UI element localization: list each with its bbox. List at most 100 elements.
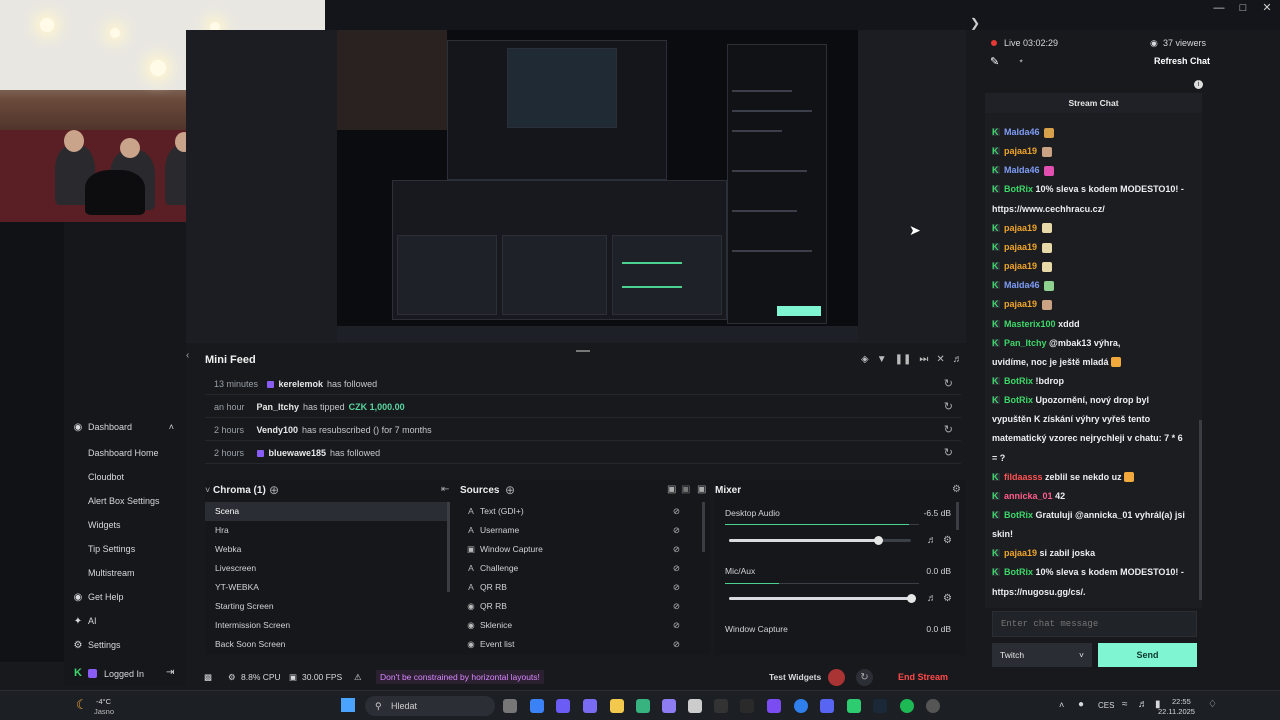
microphone-icon[interactable]: ● — [1078, 699, 1084, 710]
scrollbar[interactable] — [447, 502, 450, 592]
windows-start-icon[interactable] — [341, 698, 355, 712]
group-icon[interactable]: ▣ — [697, 484, 706, 495]
promo-banner[interactable]: Don't be constrained by horizontal layou… — [376, 670, 544, 684]
chat-username[interactable]: pajaa19 — [1004, 299, 1037, 309]
folder-icon[interactable]: ▣ — [667, 484, 676, 495]
source-item[interactable]: ▣ Window Capture ⊘ — [455, 540, 690, 559]
visibility-icon[interactable]: ⊘ — [673, 521, 680, 540]
logged-in-bar[interactable]: K Logged In ⇥ — [64, 662, 186, 686]
chat-username[interactable]: pajaa19 — [1004, 242, 1037, 252]
minimize-icon[interactable]: — — [1212, 0, 1226, 18]
notepad-icon[interactable] — [530, 699, 544, 713]
chat-username[interactable]: BotRix — [1004, 510, 1033, 520]
platform-select[interactable]: Twitch ˅ — [992, 643, 1092, 667]
source-item[interactable]: ◉ Sklenice ⊘ — [455, 616, 690, 635]
logout-icon[interactable]: ⇥ — [166, 667, 174, 678]
chat-username[interactable]: pajaa19 — [1004, 261, 1037, 271]
stream-preview[interactable] — [337, 30, 858, 342]
close-icon[interactable]: ✕ — [1260, 0, 1274, 18]
app-icon[interactable] — [767, 699, 781, 713]
chat-username[interactable]: pajaa19 — [1004, 146, 1037, 156]
chat-username[interactable]: BotRix — [1004, 184, 1033, 194]
record-button[interactable] — [828, 669, 845, 686]
volume-knob[interactable] — [874, 536, 884, 545]
visibility-icon[interactable]: ⊘ — [673, 540, 680, 559]
sidebar-item-cloudbot[interactable]: Cloudbot — [64, 472, 186, 482]
gear-icon[interactable]: ⚙ — [943, 535, 952, 546]
stats-icon[interactable]: ▩ — [204, 672, 212, 683]
volume-knob[interactable] — [907, 594, 916, 603]
epic-games-icon[interactable] — [714, 699, 728, 713]
replay-icon[interactable]: ↻ — [944, 396, 953, 418]
source-item[interactable]: A Username ⊘ — [455, 521, 690, 540]
scene-item[interactable]: Scena — [205, 502, 450, 521]
source-item[interactable]: A Text (GDI+) ⊘ — [455, 502, 690, 521]
edit-icon[interactable]: ✎ — [990, 55, 999, 68]
chat-username[interactable]: BotRix — [1004, 376, 1033, 386]
send-button[interactable]: Send — [1098, 643, 1197, 667]
alert-icon[interactable]: ⚠ — [354, 672, 362, 683]
speaker-icon[interactable]: ♬ — [927, 593, 937, 604]
chat-username[interactable]: Malda46 — [1004, 165, 1040, 175]
sidebar-item-get-help[interactable]: ◉ Get Help — [64, 592, 186, 603]
sidebar-item-ai[interactable]: ✦ AI — [64, 616, 186, 627]
app-icon[interactable] — [688, 699, 702, 713]
chat-username[interactable]: pajaa19 — [1004, 223, 1037, 233]
refresh-chat-button[interactable]: Refresh Chat — [1154, 56, 1210, 66]
maximize-icon[interactable]: □ — [1236, 0, 1250, 18]
wifi-icon[interactable]: ≈ — [1122, 699, 1128, 710]
chat-username[interactable]: BotRix — [1004, 567, 1033, 577]
task-view-icon[interactable] — [503, 699, 517, 713]
volume-slider[interactable] — [729, 536, 911, 545]
collapse-left-icon[interactable]: ‹ — [186, 350, 189, 361]
scene-collection-title[interactable]: Chroma (1) — [213, 485, 266, 496]
chat-username[interactable]: fildaasss — [1004, 472, 1043, 482]
notification-bell-icon[interactable]: ♢ — [1208, 699, 1217, 710]
streamlabs-icon[interactable] — [847, 699, 861, 713]
chat-scrollbar[interactable] — [1199, 420, 1202, 600]
widgets-icon[interactable] — [556, 699, 570, 713]
sidebar-item-dashboard-home[interactable]: Dashboard Home — [64, 448, 186, 458]
chevron-up-icon[interactable]: ˄ — [1059, 700, 1064, 710]
file-explorer-icon[interactable] — [610, 699, 624, 713]
volume-icon[interactable]: ♬ — [1138, 699, 1148, 710]
settings-icon[interactable] — [926, 699, 940, 713]
teams-icon[interactable] — [583, 699, 597, 713]
scene-item[interactable]: Intermission Screen — [205, 616, 450, 635]
visibility-icon[interactable]: ⊘ — [673, 559, 680, 578]
visibility-icon[interactable]: ⊘ — [673, 502, 680, 521]
drag-handle[interactable] — [576, 350, 590, 352]
add-scene-icon[interactable]: ⊕ — [269, 483, 279, 497]
gear-icon[interactable]: ⚙ — [943, 593, 952, 604]
info-icon[interactable]: i — [1194, 80, 1203, 89]
sidebar-item-multistream[interactable]: Multistream — [64, 568, 186, 578]
skip-icon[interactable]: ⏭ — [919, 354, 928, 365]
scene-item[interactable]: Livescreen — [205, 559, 450, 578]
scene-item[interactable]: Back Soon Screen — [205, 635, 450, 654]
volume-slider[interactable] — [729, 594, 916, 603]
spotify-icon[interactable] — [900, 699, 914, 713]
sidebar-item-settings[interactable]: ⚙ Settings — [64, 640, 186, 651]
pause-icon[interactable]: ❚❚ — [895, 354, 912, 365]
sidebar-item-tip-settings[interactable]: Tip Settings — [64, 544, 186, 554]
visibility-icon[interactable]: ⊘ — [673, 578, 680, 597]
source-item[interactable]: A QR RB ⊘ — [455, 578, 690, 597]
lock-icon[interactable]: ▣ — [681, 484, 690, 495]
speaker-icon[interactable]: ♬ — [927, 535, 937, 546]
app-icon[interactable] — [740, 699, 754, 713]
source-item[interactable]: A Challenge ⊘ — [455, 559, 690, 578]
scene-item[interactable]: Webka — [205, 540, 450, 559]
chat-username[interactable]: BotRix — [1004, 395, 1033, 405]
chat-message-input[interactable] — [992, 611, 1197, 637]
source-item[interactable]: ◉ Event list ⊘ — [455, 635, 690, 654]
chat-username[interactable]: Masterix100 — [1004, 319, 1056, 329]
share-icon[interactable]: ⋆ — [1018, 56, 1024, 67]
volume-icon[interactable]: ♬ — [953, 354, 963, 365]
source-item[interactable]: ◉ QR RB ⊘ — [455, 597, 690, 616]
replay-icon[interactable]: ↻ — [944, 442, 953, 464]
scene-item[interactable]: Hra — [205, 521, 450, 540]
collapse-icon[interactable]: ⇤ — [441, 484, 449, 495]
taskbar-search[interactable]: ⚲ Hledat — [365, 696, 495, 716]
chat-username[interactable]: pajaa19 — [1004, 548, 1037, 558]
filter-icon[interactable]: ▼ — [877, 354, 887, 365]
